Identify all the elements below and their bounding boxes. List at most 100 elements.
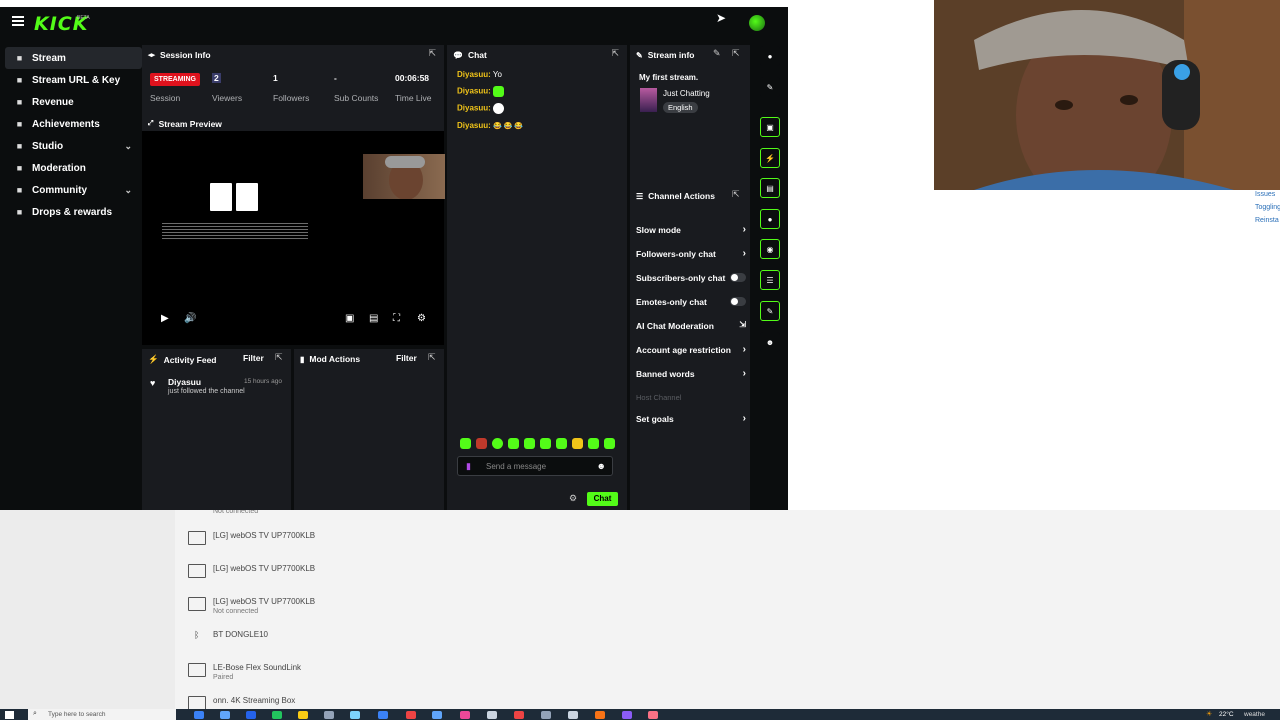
pencil-icon[interactable]: ✎ bbox=[760, 77, 780, 97]
emote-icon[interactable] bbox=[524, 438, 535, 449]
sidebar-item-stream-url-key[interactable]: ■ Stream URL & Key bbox=[5, 69, 142, 91]
sidebar-item-community[interactable]: ■ Community ⌄ bbox=[5, 179, 142, 201]
chat-bubble-icon[interactable]: ● bbox=[760, 209, 780, 229]
people-icon[interactable]: ☻ bbox=[760, 332, 780, 352]
sidebar-item-label: Stream URL & Key bbox=[32, 74, 121, 86]
pip-icon[interactable]: ▣ bbox=[345, 313, 354, 324]
emote-icon[interactable] bbox=[476, 438, 487, 449]
taskbar-app-icon[interactable] bbox=[514, 711, 524, 719]
taskbar-app-icon[interactable] bbox=[541, 711, 551, 719]
activity-filter-button[interactable]: Filter bbox=[243, 353, 264, 363]
device-icon bbox=[188, 531, 206, 545]
avatar[interactable] bbox=[749, 15, 765, 31]
taskbar-app-icon[interactable] bbox=[460, 711, 470, 719]
weather-temp[interactable]: 22°C bbox=[1219, 711, 1234, 718]
sidebar-item-stream[interactable]: ■ Stream bbox=[5, 47, 142, 69]
channel-action-set-goals[interactable]: Set goals › bbox=[636, 413, 746, 424]
popout-icon[interactable]: ⇱ bbox=[428, 352, 436, 363]
screen-icon[interactable]: ▣ bbox=[760, 117, 780, 137]
chat-input[interactable]: ▮ Send a message ☻ bbox=[457, 456, 613, 476]
emote-icon[interactable] bbox=[588, 438, 599, 449]
popout-icon[interactable]: ⇱ bbox=[275, 352, 283, 363]
emote-icon[interactable] bbox=[460, 438, 471, 449]
taskbar-app-icon[interactable] bbox=[220, 711, 230, 719]
taskbar-app-icon[interactable] bbox=[298, 711, 308, 719]
kick-dashboard-window: KICK BETA ➤ ■ Stream ■ Stream URL & Key ■ Rev… bbox=[0, 7, 788, 510]
taskbar-app-icon[interactable] bbox=[595, 711, 605, 719]
emote-icon[interactable] bbox=[508, 438, 519, 449]
settings-gear-icon[interactable]: ⚙ bbox=[417, 313, 426, 324]
sidebar-item-studio[interactable]: ■ Studio ⌄ bbox=[5, 135, 142, 157]
channel-action-banned-words[interactable]: Banned words › bbox=[636, 368, 746, 379]
session-label: Session bbox=[150, 93, 181, 103]
activity-user[interactable]: Diyasuu bbox=[168, 377, 201, 387]
activity-time: 15 hours ago bbox=[244, 378, 282, 385]
taskbar-app-icon[interactable] bbox=[622, 711, 632, 719]
taskbar-app-icon[interactable] bbox=[350, 711, 360, 719]
fullscreen-icon[interactable]: ⛶ bbox=[393, 313, 400, 324]
info-icon[interactable]: ● bbox=[760, 46, 780, 66]
sidebar-item-moderation[interactable]: ■ Moderation bbox=[5, 157, 142, 179]
taskbar-app-icon[interactable] bbox=[432, 711, 442, 719]
mod-filter-button[interactable]: Filter bbox=[396, 353, 417, 363]
link-toggling[interactable]: Toggling bbox=[1255, 201, 1280, 214]
channel-action-emotes-only-chat[interactable]: Emotes-only chat bbox=[636, 297, 746, 307]
taskbar-app-icon[interactable] bbox=[246, 711, 256, 719]
link-reinstall[interactable]: Reinsta bbox=[1255, 214, 1280, 227]
edit-icon[interactable]: ✎ bbox=[713, 48, 721, 59]
lightning-icon[interactable]: ⚡ bbox=[760, 148, 780, 168]
channel-action-subscribers-only-chat[interactable]: Subscribers-only chat bbox=[636, 273, 746, 283]
emoji-icon[interactable]: ☻ bbox=[597, 461, 606, 471]
webcam-person-image bbox=[934, 0, 1280, 190]
channel-action-ai-chat-moderation[interactable]: AI Chat Moderation ⇲ bbox=[636, 320, 746, 331]
taskbar-app-icon[interactable] bbox=[487, 711, 497, 719]
popout-icon[interactable]: ⇱ bbox=[428, 48, 436, 59]
taskbar-app-icon[interactable] bbox=[406, 711, 416, 719]
chat-input-placeholder: Send a message bbox=[486, 462, 547, 471]
channel-action-account-age-restriction[interactable]: Account age restriction › bbox=[636, 344, 746, 355]
sidebar-item-drops-rewards[interactable]: ■ Drops & rewards bbox=[5, 201, 142, 223]
taskbar-search[interactable]: ⌕ Type here to search bbox=[28, 709, 176, 720]
stream-preview-title: ⤢ Stream Preview bbox=[148, 119, 222, 129]
channel-action-slow-mode[interactable]: Slow mode › bbox=[636, 224, 746, 235]
emote-icon[interactable] bbox=[492, 438, 503, 449]
taskbar-app-icon[interactable] bbox=[272, 711, 282, 719]
search-placeholder: Type here to search bbox=[48, 711, 106, 718]
play-icon[interactable]: ▶ bbox=[161, 313, 169, 324]
taskbar-app-icon[interactable] bbox=[648, 711, 658, 719]
taskbar-app-icon[interactable] bbox=[194, 711, 204, 719]
subs-value: - bbox=[334, 73, 337, 83]
menu-icon[interactable] bbox=[12, 16, 24, 26]
chevron-down-icon[interactable]: ⌄ bbox=[124, 185, 132, 196]
broadcast-icon[interactable]: ◉ bbox=[760, 239, 780, 259]
popout-icon[interactable]: ⇱ bbox=[732, 48, 740, 59]
chat-settings-gear-icon[interactable]: ⚙ bbox=[569, 493, 577, 504]
sidebar-item-achievements[interactable]: ■ Achievements bbox=[5, 113, 142, 135]
chevron-down-icon[interactable]: ⌄ bbox=[124, 141, 132, 152]
popout-icon[interactable]: ⇱ bbox=[611, 48, 619, 59]
microphone-icon[interactable]: ▮ bbox=[466, 461, 471, 472]
chat-send-button[interactable]: Chat bbox=[587, 492, 618, 506]
popout-icon[interactable]: ⇱ bbox=[732, 189, 740, 200]
theater-icon[interactable]: ▤ bbox=[369, 313, 378, 324]
channel-actions-panel: ☰ Channel Actions ⇱ Slow mode › Followers-o… bbox=[630, 186, 750, 510]
channel-action-followers-only-chat[interactable]: Followers-only chat › bbox=[636, 248, 746, 259]
emote-icon[interactable] bbox=[572, 438, 583, 449]
people-icon: ■ bbox=[16, 185, 23, 195]
windows-start-icon[interactable] bbox=[5, 711, 14, 719]
taskbar-app-icon[interactable] bbox=[324, 711, 334, 719]
layout-icon[interactable]: ☰ bbox=[760, 270, 780, 290]
emote-icon[interactable] bbox=[540, 438, 551, 449]
taskbar-app-icon[interactable] bbox=[378, 711, 388, 719]
toggle-switch[interactable] bbox=[730, 297, 746, 306]
emote-icon[interactable] bbox=[604, 438, 615, 449]
document-icon[interactable]: ▤ bbox=[760, 178, 780, 198]
wrench-icon[interactable]: ✎ bbox=[760, 301, 780, 321]
toggle-switch[interactable] bbox=[730, 273, 746, 282]
taskbar-app-icon[interactable] bbox=[568, 711, 578, 719]
search-icon: ⌕ bbox=[33, 710, 37, 717]
volume-icon[interactable]: 🔊 bbox=[184, 313, 196, 324]
category-text[interactable]: Just Chatting bbox=[663, 89, 710, 98]
emote-icon[interactable] bbox=[556, 438, 567, 449]
sidebar-item-revenue[interactable]: ■ Revenue bbox=[5, 91, 142, 113]
